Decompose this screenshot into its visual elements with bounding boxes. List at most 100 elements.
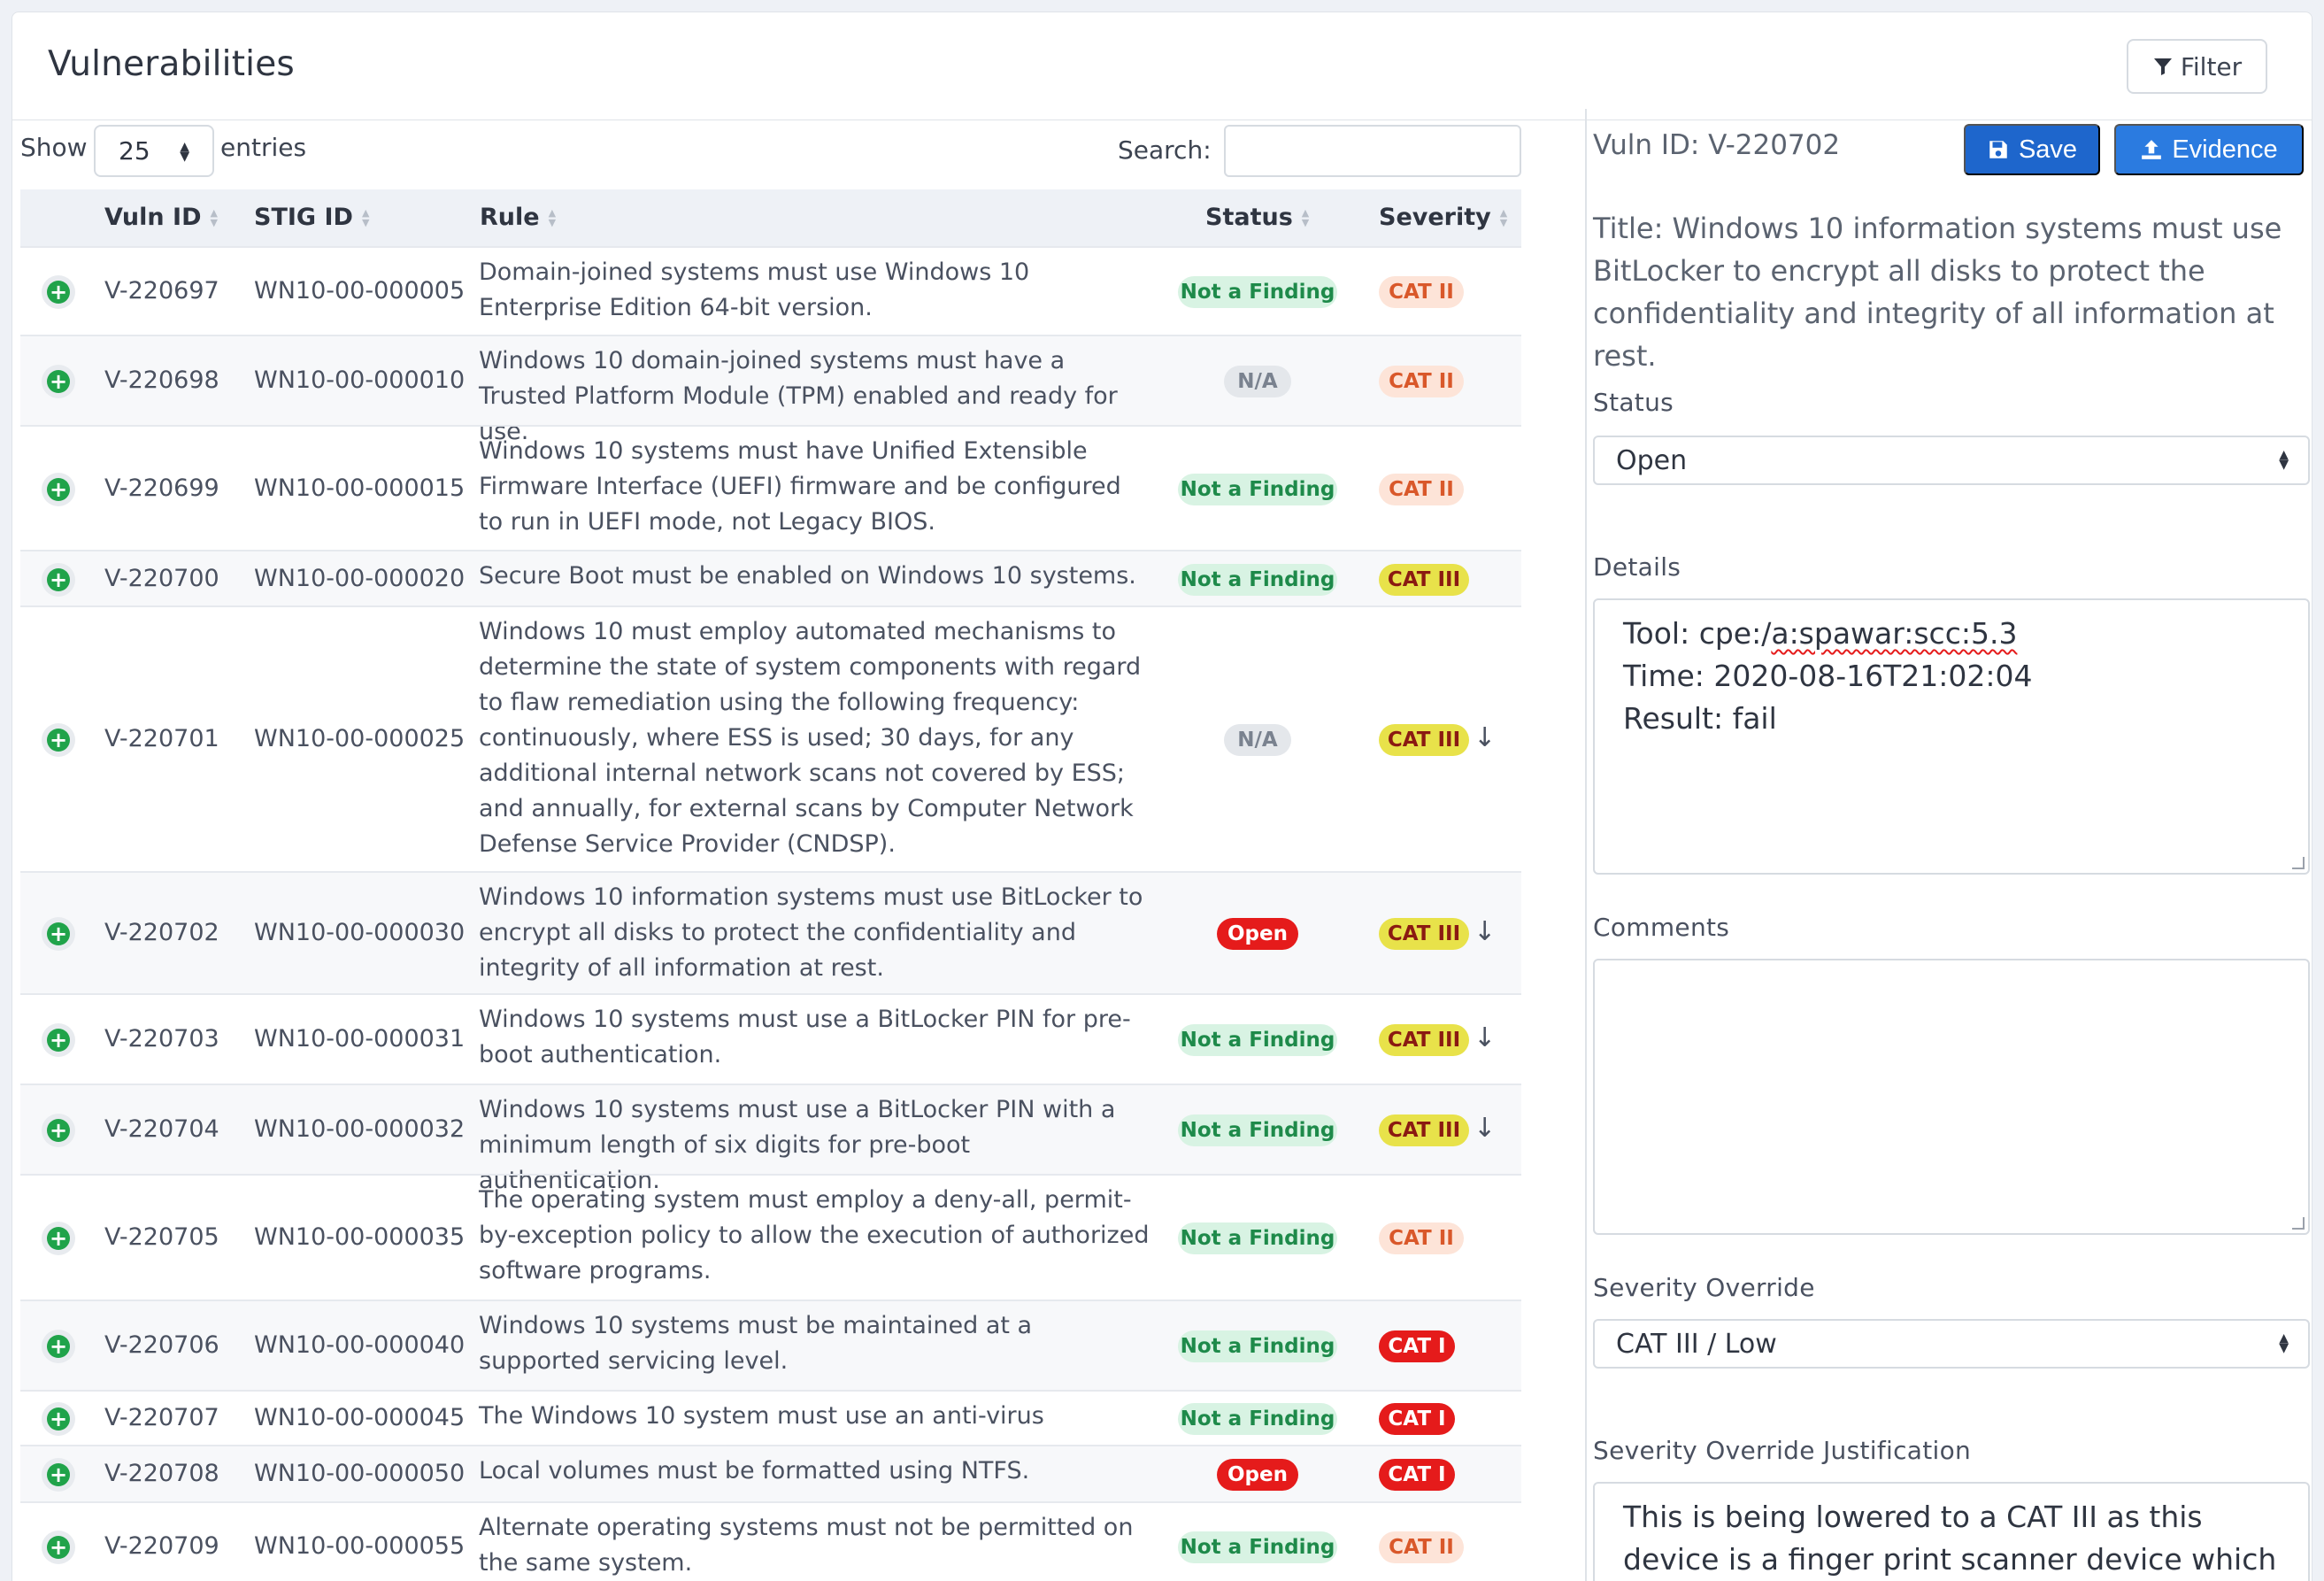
vuln-id-cell: V-220705 <box>104 1223 219 1251</box>
vuln-id-cell: V-220700 <box>104 564 219 592</box>
stig-id-cell: WN10-00-000010 <box>254 366 466 394</box>
select-caret-icon: ▲ ▼ <box>2279 1331 2289 1355</box>
filter-button[interactable]: Filter <box>2127 39 2267 94</box>
severity-badge: CAT III <box>1379 1024 1469 1056</box>
justification-value: This is being lowered to a CAT III as th… <box>1623 1500 2277 1577</box>
plus-icon: + <box>47 922 70 945</box>
arrow-down-icon: ↓ <box>1474 916 1497 947</box>
evidence-button[interactable]: Evidence <box>2114 124 2304 175</box>
expand-row-icon[interactable]: + <box>42 1114 75 1147</box>
col-label: STIG ID <box>254 204 353 231</box>
status-badge: Not a Finding <box>1178 1330 1337 1362</box>
table-row[interactable]: + V-220699 WN10-00-000015 Windows 10 system… <box>20 425 1521 550</box>
expand-row-icon[interactable]: + <box>42 917 75 951</box>
col-stig-id[interactable]: STIG ID ▲ ▼ <box>254 204 369 231</box>
table-row[interactable]: + V-220709 WN10-00-000055 Alternate operati… <box>20 1501 1521 1581</box>
table-row[interactable]: + V-220700 WN10-00-000020 Secure Boot must … <box>20 550 1521 605</box>
sort-icon: ▲ ▼ <box>1499 206 1508 228</box>
search-input[interactable] <box>1224 125 1521 177</box>
table-row[interactable]: + V-220706 WN10-00-000040 Windows 10 system… <box>20 1300 1521 1390</box>
plus-icon: + <box>47 1029 70 1052</box>
vuln-id-cell: V-220708 <box>104 1460 219 1487</box>
severity-badge: CAT II <box>1379 1222 1464 1254</box>
severity-override-select[interactable]: CAT III / Low ▲ ▼ <box>1593 1319 2310 1369</box>
status-badge: Not a Finding <box>1178 1222 1337 1254</box>
page-size-select[interactable]: 25 ▲ ▼ <box>94 125 214 177</box>
show-label: Show <box>20 133 88 162</box>
details-textarea[interactable]: Tool: cpe:/a:spawar:scc:5.3 Time: 2020-0… <box>1593 598 2310 875</box>
status-select[interactable]: Open ▲ ▼ <box>1593 436 2310 485</box>
severity-override-label: Severity Override <box>1593 1273 1815 1302</box>
status-badge: Not a Finding <box>1178 1403 1337 1435</box>
plus-icon: + <box>47 281 70 304</box>
table-row[interactable]: + V-220703 WN10-00-000031 Windows 10 system… <box>20 993 1521 1084</box>
rule-cell: Windows 10 must employ automated mechani… <box>479 618 1142 858</box>
rule-cell: Windows 10 systems must be maintained at… <box>479 1312 1033 1375</box>
table-row[interactable]: + V-220702 WN10-00-000030 Windows 10 inform… <box>20 871 1521 993</box>
table-row[interactable]: + V-220697 WN10-00-000005 Domain-joined sys… <box>20 246 1521 335</box>
severity-badge: CAT III <box>1379 563 1469 596</box>
plus-icon: + <box>47 477 70 501</box>
vuln-id-cell: V-220706 <box>104 1331 219 1359</box>
expand-row-icon[interactable]: + <box>42 1531 75 1564</box>
vuln-id-cell: V-220697 <box>104 277 219 305</box>
expand-row-icon[interactable]: + <box>42 472 75 506</box>
comments-textarea[interactable] <box>1593 959 2310 1235</box>
table-row[interactable]: + V-220705 WN10-00-000035 The operating sys… <box>20 1174 1521 1300</box>
resize-grip-icon[interactable] <box>2292 857 2305 869</box>
table-row[interactable]: + V-220707 WN10-00-000045 The Windows 10 sy… <box>20 1390 1521 1465</box>
table-header: Vuln ID ▲ ▼ STIG ID ▲ ▼ Rule ▲ ▼ Status ▲ ▼ Seve… <box>20 189 1521 246</box>
col-vuln-id[interactable]: Vuln ID ▲ ▼ <box>104 204 218 231</box>
expand-row-icon[interactable]: + <box>42 275 75 309</box>
table-row[interactable]: + V-220708 WN10-00-000050 Local volumes mus… <box>20 1445 1521 1501</box>
col-rule[interactable]: Rule ▲ ▼ <box>480 204 556 231</box>
expand-row-icon[interactable]: + <box>42 723 75 757</box>
save-label: Save <box>2018 135 2078 164</box>
plus-icon: + <box>47 567 70 591</box>
evidence-label: Evidence <box>2172 135 2278 164</box>
table-row[interactable]: + V-220698 WN10-00-000010 Windows 10 domain… <box>20 335 1521 445</box>
expand-row-icon[interactable]: + <box>42 1330 75 1363</box>
severity-badge: CAT I <box>1379 1330 1455 1362</box>
table-row[interactable]: + V-220701 WN10-00-000025 Windows 10 must e… <box>20 605 1521 871</box>
vuln-id-cell: V-220704 <box>104 1115 219 1143</box>
sort-icon: ▲ ▼ <box>548 206 557 228</box>
comments-label: Comments <box>1593 913 1730 942</box>
vuln-id-cell: V-220698 <box>104 366 219 394</box>
status-badge: Not a Finding <box>1178 276 1337 308</box>
expand-row-icon[interactable]: + <box>42 562 75 597</box>
stig-id-cell: WN10-00-000020 <box>254 564 466 592</box>
sort-icon: ▲ ▼ <box>361 206 370 228</box>
rule-cell: Alternate operating systems must not be … <box>479 1514 1134 1577</box>
severity-badge: CAT I <box>1379 1403 1455 1435</box>
panel-divider <box>1585 109 1587 1581</box>
col-label: Vuln ID <box>104 204 202 231</box>
justification-textarea[interactable]: This is being lowered to a CAT III as th… <box>1593 1482 2310 1581</box>
vuln-id-cell: V-220701 <box>104 725 219 752</box>
severity-badge: CAT III <box>1379 1114 1469 1146</box>
expand-row-icon[interactable]: + <box>42 1402 75 1436</box>
stig-id-cell: WN10-00-000030 <box>254 919 466 946</box>
plus-icon: + <box>47 1119 70 1142</box>
vuln-id-cell: V-220702 <box>104 919 219 946</box>
table-row[interactable]: + V-220704 WN10-00-000032 Windows 10 system… <box>20 1084 1521 1194</box>
stig-id-cell: WN10-00-000050 <box>254 1460 466 1487</box>
resize-grip-icon[interactable] <box>2292 1217 2305 1230</box>
save-button[interactable]: Save <box>1964 124 2100 175</box>
severity-badge: CAT II <box>1379 473 1464 505</box>
expand-row-icon[interactable]: + <box>42 1023 75 1057</box>
expand-row-icon[interactable]: + <box>42 1222 75 1255</box>
expand-row-icon[interactable]: + <box>42 1458 75 1492</box>
status-badge: Open <box>1217 1459 1298 1491</box>
col-status[interactable]: Status ▲ ▼ <box>1205 204 1309 231</box>
status-badge: Not a Finding <box>1178 1531 1337 1563</box>
expand-row-icon[interactable]: + <box>42 365 75 398</box>
details-tool-prefix: Tool: cpe:/ <box>1623 616 1772 651</box>
severity-badge: CAT II <box>1379 276 1464 308</box>
col-severity[interactable]: Severity ▲ ▼ <box>1379 204 1507 231</box>
detail-vuln-id: Vuln ID: V-220702 <box>1593 129 1841 161</box>
rule-cell: Windows 10 systems must have Unified Ext… <box>479 437 1121 536</box>
vuln-id-cell: V-220703 <box>104 1025 219 1053</box>
stig-id-cell: WN10-00-000055 <box>254 1532 466 1560</box>
stig-id-cell: WN10-00-000045 <box>254 1404 466 1431</box>
